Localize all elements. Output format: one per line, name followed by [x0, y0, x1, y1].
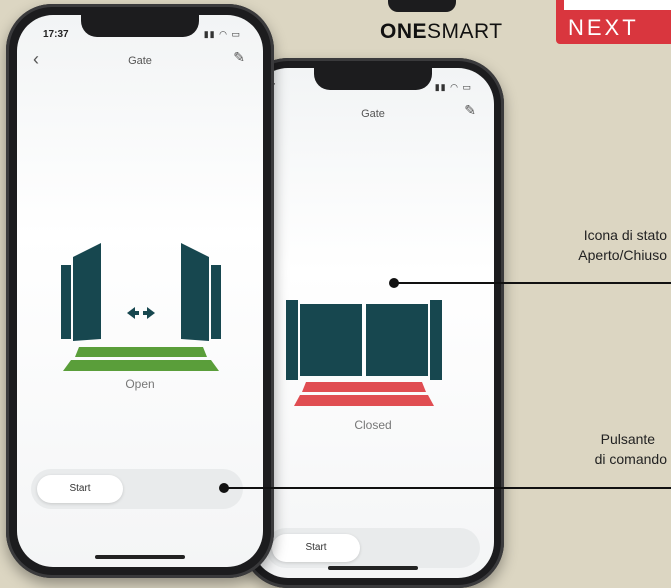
next-logo-inner — [562, 0, 671, 12]
home-indicator — [328, 566, 418, 570]
edit-icon[interactable]: ✎ — [233, 49, 245, 66]
callout-status-icon: Icona di stato Aperto/Chiuso — [578, 226, 667, 265]
notch — [81, 15, 199, 37]
status-time: 17:37 — [43, 29, 69, 40]
notch — [314, 68, 432, 90]
callout-status-icon-line1: Icona di stato — [583, 227, 667, 243]
callout-command-line — [224, 487, 671, 489]
state-label: Open — [125, 377, 155, 391]
callout-status-icon-line2: Aperto/Chiuso — [578, 246, 667, 263]
callout-command-line1: Pulsante — [600, 431, 656, 447]
phone-right: 37 ▮▮ ◠ ▭ Gate ✎ Closed Start — [242, 58, 504, 588]
gate-status-icon-open[interactable] — [57, 243, 225, 373]
phone-right-screen: 37 ▮▮ ◠ ▭ Gate ✎ Closed Start — [252, 68, 494, 578]
edit-icon[interactable]: ✎ — [464, 102, 476, 119]
next-logo: NEXT — [556, 0, 671, 44]
start-button[interactable]: Start — [272, 534, 360, 562]
onesmart-logo-cap — [388, 0, 456, 12]
start-button[interactable]: Start — [37, 475, 123, 503]
nav-title: Gate — [361, 108, 385, 120]
status-icons: ▮▮ ◠ ▭ — [434, 82, 472, 92]
start-bar: Start — [31, 469, 243, 509]
onesmart-logo: ONESMART — [352, 0, 502, 50]
status-icons: ▮▮ ◠ ▭ — [203, 29, 241, 39]
callout-status-icon-line — [394, 282, 671, 284]
callout-command-button: Pulsante di comando — [595, 430, 667, 469]
gate-status-icon-closed[interactable] — [286, 298, 442, 408]
phone-left: 17:37 ▮▮ ◠ ▭ ‹ Gate ✎ Open Start — [6, 4, 274, 578]
nav-title: Gate — [128, 55, 152, 67]
onesmart-bold: ONE — [380, 20, 428, 43]
callout-command-line2: di comando — [594, 450, 667, 467]
home-indicator — [95, 555, 185, 559]
onesmart-light: SMART — [427, 20, 503, 43]
next-logo-text: NEXT — [568, 15, 639, 40]
state-label: Closed — [354, 418, 392, 432]
start-bar: Start — [266, 528, 480, 568]
